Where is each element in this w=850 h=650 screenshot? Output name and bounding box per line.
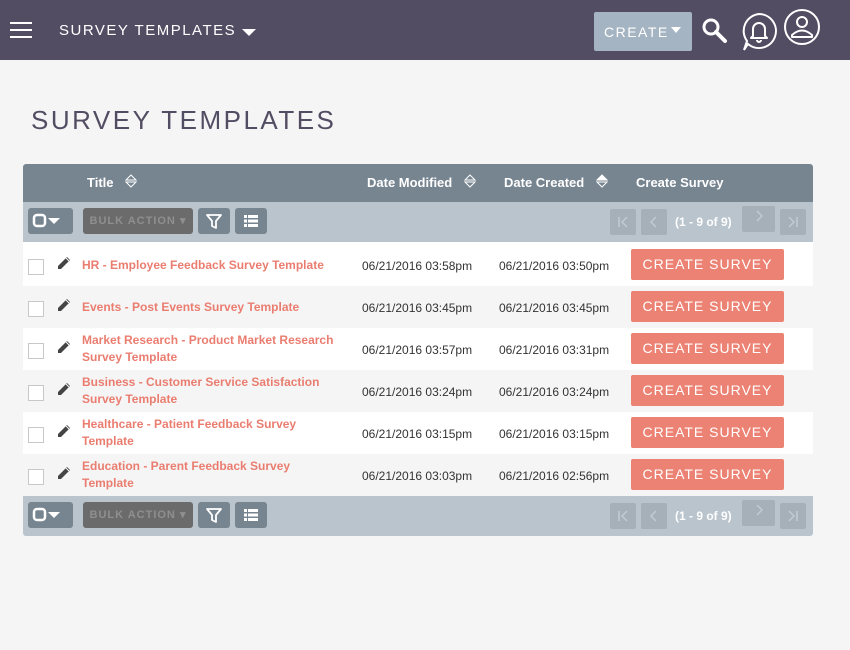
date-modified: 06/21/2016 03:03pm — [362, 469, 473, 483]
next-page-button[interactable] — [742, 500, 775, 526]
chevron-left-icon — [649, 510, 657, 522]
bulk-action-button[interactable]: BULK ACTION ▾ — [83, 208, 193, 234]
previous-page-button[interactable] — [641, 503, 667, 529]
row-checkbox[interactable] — [28, 301, 44, 317]
create-survey-button[interactable]: CREATE SURVEY — [631, 291, 784, 322]
pagination-count: (1 - 9 of 9) — [675, 509, 732, 523]
filter-icon — [206, 508, 222, 523]
chevron-right-icon — [756, 504, 764, 516]
create-survey-button[interactable]: CREATE SURVEY — [631, 249, 784, 280]
last-page-icon — [788, 510, 798, 522]
date-created: 06/21/2016 02:56pm — [499, 469, 610, 483]
row-checkbox[interactable] — [28, 427, 44, 443]
date-modified: 06/21/2016 03:45pm — [362, 301, 473, 315]
checkbox-dropdown-icon — [32, 213, 60, 228]
sort-icon — [463, 173, 476, 188]
create-survey-button[interactable]: CREATE SURVEY — [631, 459, 784, 490]
column-chooser-button[interactable] — [235, 502, 267, 528]
pencil-edit-icon[interactable] — [56, 255, 72, 271]
chevron-right-icon — [756, 210, 764, 222]
pagination-count: (1 - 9 of 9) — [675, 215, 732, 229]
last-page-button[interactable] — [780, 209, 806, 235]
filter-button[interactable] — [198, 502, 230, 528]
menu-icon[interactable] — [10, 22, 32, 38]
survey-template-title-link[interactable]: HR - Employee Feedback Survey Template — [82, 244, 342, 286]
pagination-bar-bottom: BULK ACTION ▾ (1 - 9 of 9) — [23, 496, 813, 536]
checkbox-dropdown-icon — [32, 507, 60, 522]
survey-template-title-link[interactable]: Education - Parent Feedback Survey Templ… — [82, 454, 342, 496]
row-checkbox[interactable] — [28, 469, 44, 485]
survey-template-title-link[interactable]: Business - Customer Service Satisfaction… — [82, 370, 342, 412]
user-profile-icon[interactable] — [783, 8, 821, 46]
pagination-bar-top: BULK ACTION ▾ (1 - 9 of 9) — [23, 202, 813, 242]
column-header-title[interactable]: Title — [87, 173, 138, 190]
notification-bell-icon[interactable] — [740, 12, 778, 52]
date-created: 06/21/2016 03:45pm — [499, 301, 610, 315]
date-modified: 06/21/2016 03:58pm — [362, 259, 473, 273]
previous-page-button[interactable] — [641, 209, 667, 235]
pencil-edit-icon[interactable] — [56, 423, 72, 439]
row-checkbox[interactable] — [28, 259, 44, 275]
survey-template-title-link[interactable]: Market Research - Product Market Researc… — [82, 328, 342, 370]
create-survey-button[interactable]: CREATE SURVEY — [631, 333, 784, 364]
caret-down-icon — [242, 28, 257, 36]
column-header-date-created[interactable]: Date Created — [504, 173, 608, 190]
create-button[interactable]: CREATE — [594, 12, 692, 51]
first-page-button[interactable] — [610, 209, 636, 235]
date-modified: 06/21/2016 03:15pm — [362, 427, 473, 441]
pencil-edit-icon[interactable] — [56, 297, 72, 313]
column-header-create-survey: Create Survey — [636, 175, 724, 190]
table-row: Market Research - Product Market Researc… — [23, 328, 813, 370]
date-created: 06/21/2016 03:31pm — [499, 343, 610, 357]
create-button-label: CREATE — [604, 23, 669, 40]
module-title: SURVEY TEMPLATES — [59, 22, 237, 39]
date-modified: 06/21/2016 03:57pm — [362, 343, 473, 357]
date-created: 06/21/2016 03:15pm — [499, 427, 610, 441]
table-row: Healthcare - Patient Feedback Survey Tem… — [23, 412, 813, 454]
list-icon — [244, 215, 258, 227]
table-row: Events - Post Events Survey Template 06/… — [23, 286, 813, 328]
bulk-action-button[interactable]: BULK ACTION ▾ — [83, 502, 193, 528]
column-chooser-button[interactable] — [235, 208, 267, 234]
sort-descending-icon — [595, 173, 608, 188]
table-row: HR - Employee Feedback Survey Template 0… — [23, 244, 813, 286]
top-navbar: SURVEY TEMPLATES CREATE — [0, 0, 850, 60]
table-header: Title Date Modified Date Created Create … — [23, 164, 813, 202]
date-created: 06/21/2016 03:50pm — [499, 259, 610, 273]
select-all-dropdown[interactable] — [28, 502, 73, 528]
row-checkbox[interactable] — [28, 343, 44, 359]
survey-templates-table: Title Date Modified Date Created Create … — [23, 164, 813, 536]
first-page-icon — [618, 510, 628, 522]
first-page-icon — [618, 216, 628, 228]
column-header-date-modified[interactable]: Date Modified — [367, 173, 476, 190]
create-survey-button[interactable]: CREATE SURVEY — [631, 417, 784, 448]
module-menu-dropdown[interactable]: SURVEY TEMPLATES — [59, 22, 257, 39]
sort-icon — [125, 173, 138, 188]
first-page-button[interactable] — [610, 503, 636, 529]
chevron-left-icon — [649, 216, 657, 228]
pencil-edit-icon[interactable] — [56, 465, 72, 481]
date-created: 06/21/2016 03:24pm — [499, 385, 610, 399]
pencil-edit-icon[interactable] — [56, 339, 72, 355]
row-checkbox[interactable] — [28, 385, 44, 401]
last-page-button[interactable] — [780, 503, 806, 529]
caret-down-icon — [671, 27, 681, 33]
next-page-button[interactable] — [742, 206, 775, 232]
page-title: SURVEY TEMPLATES — [31, 105, 337, 135]
survey-template-title-link[interactable]: Events - Post Events Survey Template — [82, 286, 342, 328]
date-modified: 06/21/2016 03:24pm — [362, 385, 473, 399]
last-page-icon — [788, 216, 798, 228]
create-survey-button[interactable]: CREATE SURVEY — [631, 375, 784, 406]
table-row: Education - Parent Feedback Survey Templ… — [23, 454, 813, 496]
select-all-dropdown[interactable] — [28, 208, 73, 234]
filter-button[interactable] — [198, 208, 230, 234]
list-icon — [244, 509, 258, 521]
table-row: Business - Customer Service Satisfaction… — [23, 370, 813, 412]
search-icon[interactable] — [700, 16, 728, 44]
filter-icon — [206, 214, 222, 229]
pencil-edit-icon[interactable] — [56, 381, 72, 397]
survey-template-title-link[interactable]: Healthcare - Patient Feedback Survey Tem… — [82, 412, 342, 454]
